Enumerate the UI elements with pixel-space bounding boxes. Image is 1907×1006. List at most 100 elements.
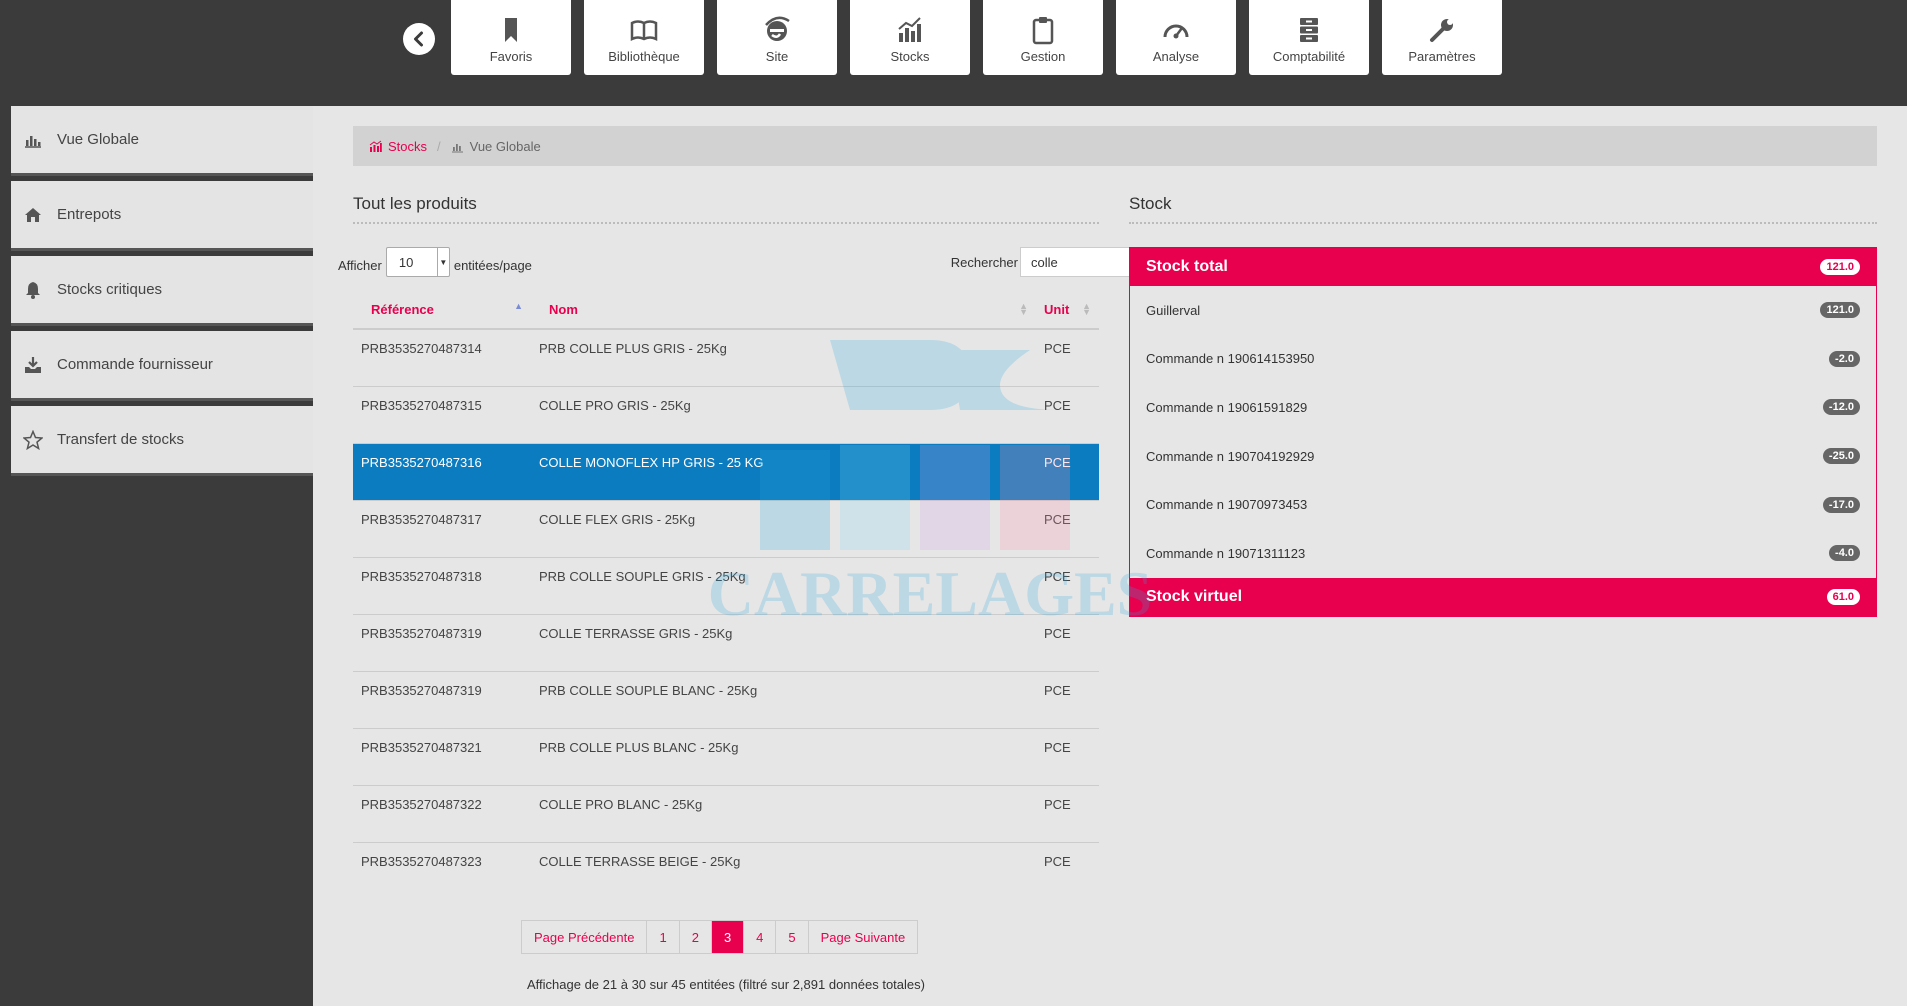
cell-reference: PRB3535270487323 <box>361 853 482 869</box>
gauge-icon <box>1163 24 1189 39</box>
cell-unit: PCE <box>1036 329 1099 387</box>
sidebar-item-label: Vue Globale <box>57 131 140 148</box>
table-row[interactable]: PRB3535270487319 PRB COLLE SOUPLE BLANC -… <box>353 671 1099 729</box>
sidebar-item-vue-globale[interactable]: Vue Globale <box>11 106 313 176</box>
sidebar: Vue Globale Entrepots Stocks critiques C… <box>11 106 313 481</box>
column-header-unit[interactable]: Unit ▲ ▼ <box>1036 291 1099 330</box>
star-icon <box>23 429 43 450</box>
stock-line-label: Guillerval <box>1146 302 1201 318</box>
table-row[interactable]: PRB3535270487317 COLLE FLEX GRIS - 25Kg PC… <box>353 500 1099 558</box>
stock-line: Commande n 19070973453 -17.0 <box>1130 480 1876 529</box>
sort-icon: ▲ ▼ <box>1082 301 1091 317</box>
cell-reference: PRB3535270487318 <box>353 557 531 615</box>
top-toolbar: Favoris Bibliothèque Site Stocks Gestion… <box>451 0 1502 75</box>
page-button-1[interactable]: 1 <box>647 921 680 953</box>
sidebar-item-commande-fournisseur[interactable]: Commande fournisseur <box>11 331 313 401</box>
tile-label: Comptabilité <box>1272 49 1346 64</box>
cell-name: PRB COLLE SOUPLE GRIS - 25Kg <box>531 557 1036 615</box>
stock-line-badge: -25.0 <box>1822 448 1860 465</box>
cell-name: COLLE FLEX GRIS - 25Kg <box>531 500 1036 558</box>
table-row[interactable]: PRB3535270487315 COLLE PRO GRIS - 25Kg PCE <box>353 386 1099 444</box>
tile-label: Analyse <box>1152 49 1200 64</box>
bookmark-icon <box>505 18 517 42</box>
cell-reference: PRB3535270487319 <box>353 614 531 672</box>
page-size-select[interactable]: 10 ▼ <box>385 247 450 277</box>
stock-line-label: Commande n 19061591829 <box>1146 399 1308 415</box>
cell-reference: PRB3535270487316 <box>353 443 531 501</box>
tile-label: Site <box>765 49 789 64</box>
next-page-button[interactable]: Page Suivante <box>809 921 918 953</box>
table-row[interactable]: PRB3535270487323 COLLE TERRASSE BEIGE - 2… <box>353 842 1099 899</box>
page-button-4[interactable]: 4 <box>744 921 777 953</box>
book-icon <box>630 20 658 42</box>
sidebar-item-stocks-critiques[interactable]: Stocks critiques <box>11 256 313 326</box>
page-button-3-current[interactable]: 3 <box>711 921 745 953</box>
archive-icon <box>1300 18 1318 42</box>
tile-gestion[interactable]: Gestion <box>983 0 1103 75</box>
table-row[interactable]: PRB3535270487318 PRB COLLE SOUPLE GRIS - … <box>353 557 1099 615</box>
products-title: Tout les produits <box>353 194 1099 224</box>
cell-name: COLLE PRO GRIS - 25Kg <box>531 386 1036 444</box>
sidebar-item-transfert-de-stocks[interactable]: Transfert de stocks <box>11 406 313 476</box>
per-page-label: entitées/page <box>453 257 532 273</box>
sidebar-item-label: Transfert de stocks <box>57 431 184 448</box>
table-controls: Afficher 10 ▼ entitées/page Rechercher <box>338 247 1170 277</box>
cell-name: PRB COLLE PLUS BLANC - 25Kg <box>531 728 1036 786</box>
cell-unit: PCE <box>1036 386 1099 444</box>
search-label: Rechercher <box>950 254 1018 270</box>
stock-total-badge: 121.0 <box>1820 259 1860 275</box>
sidebar-item-entrepots[interactable]: Entrepots <box>11 181 313 251</box>
tile-favoris[interactable]: Favoris <box>451 0 571 75</box>
page-button-2[interactable]: 2 <box>680 921 712 953</box>
stock-line: Guillerval 121.0 <box>1130 286 1876 335</box>
page-size-value: 10 <box>398 254 414 270</box>
bar-chart-icon <box>25 135 41 148</box>
home-icon <box>25 207 41 222</box>
back-button[interactable] <box>403 23 435 55</box>
chart-icon <box>369 140 382 152</box>
table-row[interactable]: PRB3535270487321 PRB COLLE PLUS BLANC - 2… <box>353 728 1099 786</box>
stock-line-label: Commande n 190614153950 <box>1146 351 1315 367</box>
stock-line-label: Commande n 19070973453 <box>1146 497 1308 513</box>
column-label: Référence <box>371 302 434 317</box>
tile-label: Bibliothèque <box>608 49 680 64</box>
stock-virtual-label: Stock virtuel <box>1146 587 1243 605</box>
page-button-5[interactable]: 5 <box>776 921 809 953</box>
breadcrumb-separator: / <box>437 138 441 154</box>
pagination: Page Précédente 1 2 3 4 5 Page Suivante <box>521 920 919 954</box>
table-row-selected[interactable]: PRB3535270487316 COLLE MONOFLEX HP GRIS -… <box>353 443 1099 501</box>
breadcrumb-stocks[interactable]: Stocks <box>369 139 427 154</box>
cell-reference: PRB3535270487322 <box>353 785 531 843</box>
cell-name: COLLE PRO BLANC - 25Kg <box>531 785 1036 843</box>
table-row[interactable]: PRB3535270487319 COLLE TERRASSE GRIS - 25… <box>353 614 1099 672</box>
download-icon <box>25 356 41 373</box>
cell-reference: PRB3535270487321 <box>353 728 531 786</box>
breadcrumb-current-label: Vue Globale <box>469 138 541 154</box>
cell-unit: PCE <box>1036 785 1099 843</box>
table-info: Affichage de 21 à 30 sur 45 entitées (fi… <box>527 977 925 992</box>
tile-parametres[interactable]: Paramètres <box>1382 0 1502 75</box>
tile-label: Stocks <box>890 49 930 64</box>
cell-reference: PRB3535270487314 <box>353 329 531 387</box>
breadcrumb-link[interactable]: Stocks <box>388 139 427 154</box>
stock-line: Commande n 19071311123 -4.0 <box>1130 529 1876 578</box>
cell-name: COLLE TERRASSE GRIS - 25Kg <box>531 614 1036 672</box>
tile-analyse[interactable]: Analyse <box>1116 0 1236 75</box>
cell-name: PRB COLLE PLUS GRIS - 25Kg <box>531 329 1036 387</box>
tile-bibliotheque[interactable]: Bibliothèque <box>584 0 704 75</box>
stock-line-badge: -2.0 <box>1829 350 1860 367</box>
chart-icon <box>898 17 921 42</box>
column-header-reference[interactable]: Référence ▲ <box>353 291 531 330</box>
column-header-nom[interactable]: Nom ▲ ▼ <box>531 291 1036 330</box>
table-row[interactable]: PRB3535270487314 PRB COLLE PLUS GRIS - 25… <box>353 329 1099 387</box>
cell-unit: PCE <box>1036 614 1099 672</box>
cell-unit: PCE <box>1036 443 1099 501</box>
tile-stocks[interactable]: Stocks <box>850 0 970 75</box>
prev-page-button[interactable]: Page Précédente <box>522 921 648 953</box>
cell-name: COLLE TERRASSE BEIGE - 25Kg <box>539 853 741 869</box>
table-row[interactable]: PRB3535270487322 COLLE PRO BLANC - 25Kg PC… <box>353 785 1099 843</box>
tile-comptabilite[interactable]: Comptabilité <box>1249 0 1369 75</box>
stock-virtual-footer: Stock virtuel 61.0 <box>1130 577 1876 616</box>
tile-site[interactable]: Site <box>717 0 837 75</box>
clipboard-icon <box>1032 17 1054 45</box>
